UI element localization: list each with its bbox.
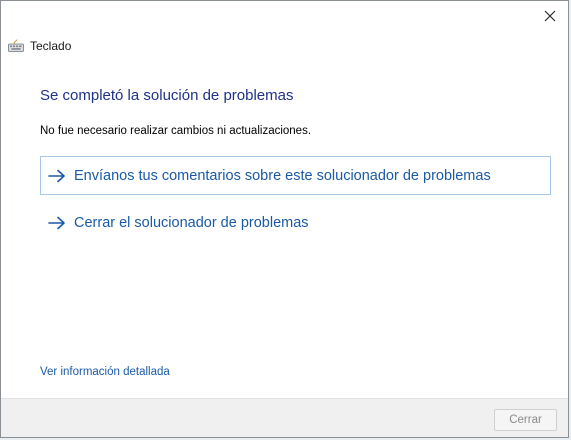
close-dialog-button[interactable]: Cerrar: [494, 409, 557, 431]
troubleshooter-window: Teclado Se completó la solución de probl…: [0, 0, 569, 438]
close-button[interactable]: [538, 5, 562, 27]
view-details-link[interactable]: Ver información detallada: [40, 366, 170, 378]
footer-bar: Cerrar: [1, 398, 568, 437]
app-title-row: Teclado: [8, 38, 71, 54]
arrow-right-icon: [48, 216, 65, 229]
close-troubleshooter-option[interactable]: Cerrar el solucionador de problemas: [40, 203, 551, 242]
close-icon: [544, 10, 556, 22]
app-title: Teclado: [30, 39, 72, 53]
status-message: No fue necesario realizar cambios ni act…: [40, 125, 312, 137]
send-feedback-label: Envíanos tus comentarios sobre este solu…: [74, 167, 491, 184]
send-feedback-option[interactable]: Envíanos tus comentarios sobre este solu…: [40, 156, 551, 195]
keyboard-icon: [8, 39, 24, 52]
arrow-right-icon: [48, 169, 65, 182]
page-heading: Se completó la solución de problemas: [40, 87, 294, 104]
close-troubleshooter-label: Cerrar el solucionador de problemas: [74, 214, 309, 231]
